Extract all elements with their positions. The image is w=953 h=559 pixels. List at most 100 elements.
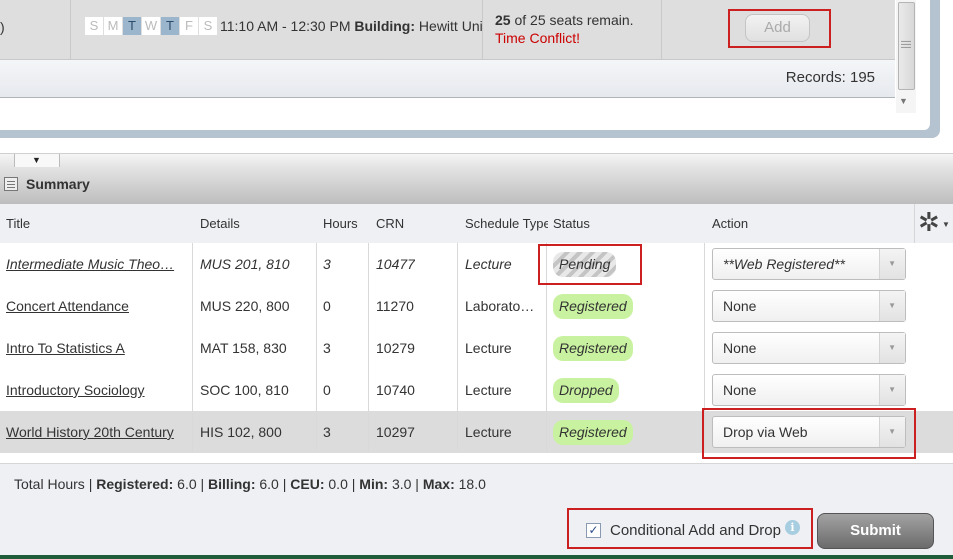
min-label: Min: [359, 476, 389, 492]
conditional-add-drop-checkbox[interactable]: ✓ [586, 523, 601, 538]
course-details: SOC 100, 810 [200, 382, 289, 398]
submit-button[interactable]: Submit [817, 513, 934, 549]
schedule-type: Lecture [465, 424, 512, 440]
course-hours: 3 [323, 424, 331, 440]
action-select-value: None [723, 382, 757, 398]
course-title-link[interactable]: Introductory Sociology [6, 369, 186, 411]
chevron-down-icon: ▼ [888, 301, 896, 310]
table-icon [4, 177, 18, 191]
day-wednesday: W [142, 17, 160, 35]
seat-status: 25 of 25 seats remain. Time Conflict! [495, 11, 634, 47]
column-divider [192, 243, 193, 453]
column-header-action[interactable]: Action [712, 216, 748, 231]
select-arrow-box[interactable]: ▼ [879, 291, 905, 321]
info-icon[interactable]: i [785, 520, 800, 535]
select-arrow-box[interactable]: ▼ [879, 333, 905, 363]
time-conflict-warning: Time Conflict! [495, 30, 581, 46]
schedule-type: Laborato… [465, 298, 535, 314]
course-title-link[interactable]: Concert Attendance [6, 285, 186, 327]
status-badge: Dropped [553, 378, 619, 403]
course-crn: 11270 [376, 298, 414, 314]
building-label: Building: [354, 18, 416, 34]
select-arrow-box[interactable]: ▼ [879, 375, 905, 405]
schedule-type: Lecture [465, 382, 512, 398]
column-divider [457, 243, 458, 453]
column-header-crn[interactable]: CRN [376, 216, 404, 231]
action-select-value: **Web Registered** [723, 256, 845, 272]
column-divider [482, 0, 483, 60]
meeting-time: 11:10 AM - 12:30 PM Building: Hewitt Uni… [220, 18, 482, 34]
column-divider [368, 243, 369, 453]
column-divider [70, 0, 71, 60]
row-prefix-text: ) [0, 19, 5, 35]
registered-value: 6.0 [177, 476, 197, 492]
records-bar: Records: 195 [0, 60, 895, 98]
course-crn: 10740 [376, 382, 415, 398]
ceu-value: 0.0 [328, 476, 348, 492]
course-title-link[interactable]: Intermediate Music Theo… [6, 243, 186, 285]
status-badge: Registered [553, 294, 633, 319]
action-select[interactable]: None ▼ [712, 332, 906, 364]
column-header-hours[interactable]: Hours [323, 216, 358, 231]
highlight-box [702, 408, 916, 459]
course-details: HIS 102, 800 [200, 424, 282, 440]
action-select[interactable]: None ▼ [712, 374, 906, 406]
action-select-value: None [723, 340, 757, 356]
action-select[interactable]: None ▼ [712, 290, 906, 322]
course-hours: 3 [323, 256, 331, 272]
gear-icon[interactable]: ✲ [918, 208, 940, 236]
time-range: 11:10 AM - 12:30 PM [220, 18, 351, 34]
course-details: MUS 220, 800 [200, 298, 290, 314]
course-hours: 0 [323, 298, 331, 314]
course-hours: 0 [323, 382, 331, 398]
day-saturday: S [199, 17, 217, 35]
select-arrow-box[interactable]: ▼ [879, 249, 905, 279]
table-row: Introductory Sociology SOC 100, 810 0 10… [0, 369, 953, 411]
max-value: 18.0 [458, 476, 486, 492]
course-crn: 10297 [376, 424, 415, 440]
billing-value: 6.0 [259, 476, 279, 492]
day-friday: F [180, 17, 198, 35]
total-hours-label: Total Hours [14, 476, 85, 492]
records-count: Records: 195 [785, 69, 875, 86]
course-details: MUS 201, 810 [200, 256, 290, 272]
course-crn: 10279 [376, 340, 415, 356]
course-title-link[interactable]: World History 20th Century [6, 411, 191, 453]
column-header-schedule-type[interactable]: Schedule Type [465, 216, 548, 231]
course-hours: 3 [323, 340, 331, 356]
seats-remaining-count: 25 [495, 12, 511, 28]
registered-label: Registered: [96, 476, 174, 492]
status-badge: Registered [553, 336, 633, 361]
course-details: MAT 158, 830 [200, 340, 287, 356]
grip-icon: — — — [901, 36, 911, 53]
day-sunday: S [85, 17, 103, 35]
scroll-down-arrow-icon[interactable]: ▼ [899, 96, 908, 106]
column-divider [316, 243, 317, 453]
course-title-link[interactable]: Intro To Statistics A [6, 327, 186, 369]
column-header-details[interactable]: Details [200, 216, 240, 231]
meeting-days: S M T W T F S [85, 17, 218, 35]
chevron-down-icon: ▼ [888, 259, 896, 268]
column-divider [661, 0, 662, 60]
summary-panel-header [0, 167, 953, 204]
column-header-title[interactable]: Title [6, 216, 30, 231]
column-header-status[interactable]: Status [553, 216, 590, 231]
chevron-down-icon: ▼ [888, 343, 896, 352]
table-row: Intermediate Music Theo… MUS 201, 810 3 … [0, 243, 953, 285]
seats-text: of 25 seats remain. [514, 12, 634, 28]
conditional-add-drop-label[interactable]: Conditional Add and Drop [610, 522, 781, 539]
table-row: Concert Attendance MUS 220, 800 0 11270 … [0, 285, 953, 327]
action-select-value: None [723, 298, 757, 314]
schedule-type: Lecture [465, 340, 512, 356]
billing-label: Billing: [208, 476, 256, 492]
action-select[interactable]: **Web Registered** ▼ [712, 248, 906, 280]
caret-down-icon[interactable]: ▼ [32, 155, 41, 165]
chevron-down-icon: ▼ [888, 385, 896, 394]
building-value: Hewitt Union [418, 18, 482, 34]
add-button[interactable]: Add [745, 14, 810, 42]
schedule-type: Lecture [465, 256, 512, 272]
day-monday: M [104, 17, 122, 35]
caret-down-icon[interactable]: ▼ [942, 220, 950, 229]
course-crn: 10477 [376, 256, 415, 272]
panel-splitter[interactable] [0, 153, 953, 167]
